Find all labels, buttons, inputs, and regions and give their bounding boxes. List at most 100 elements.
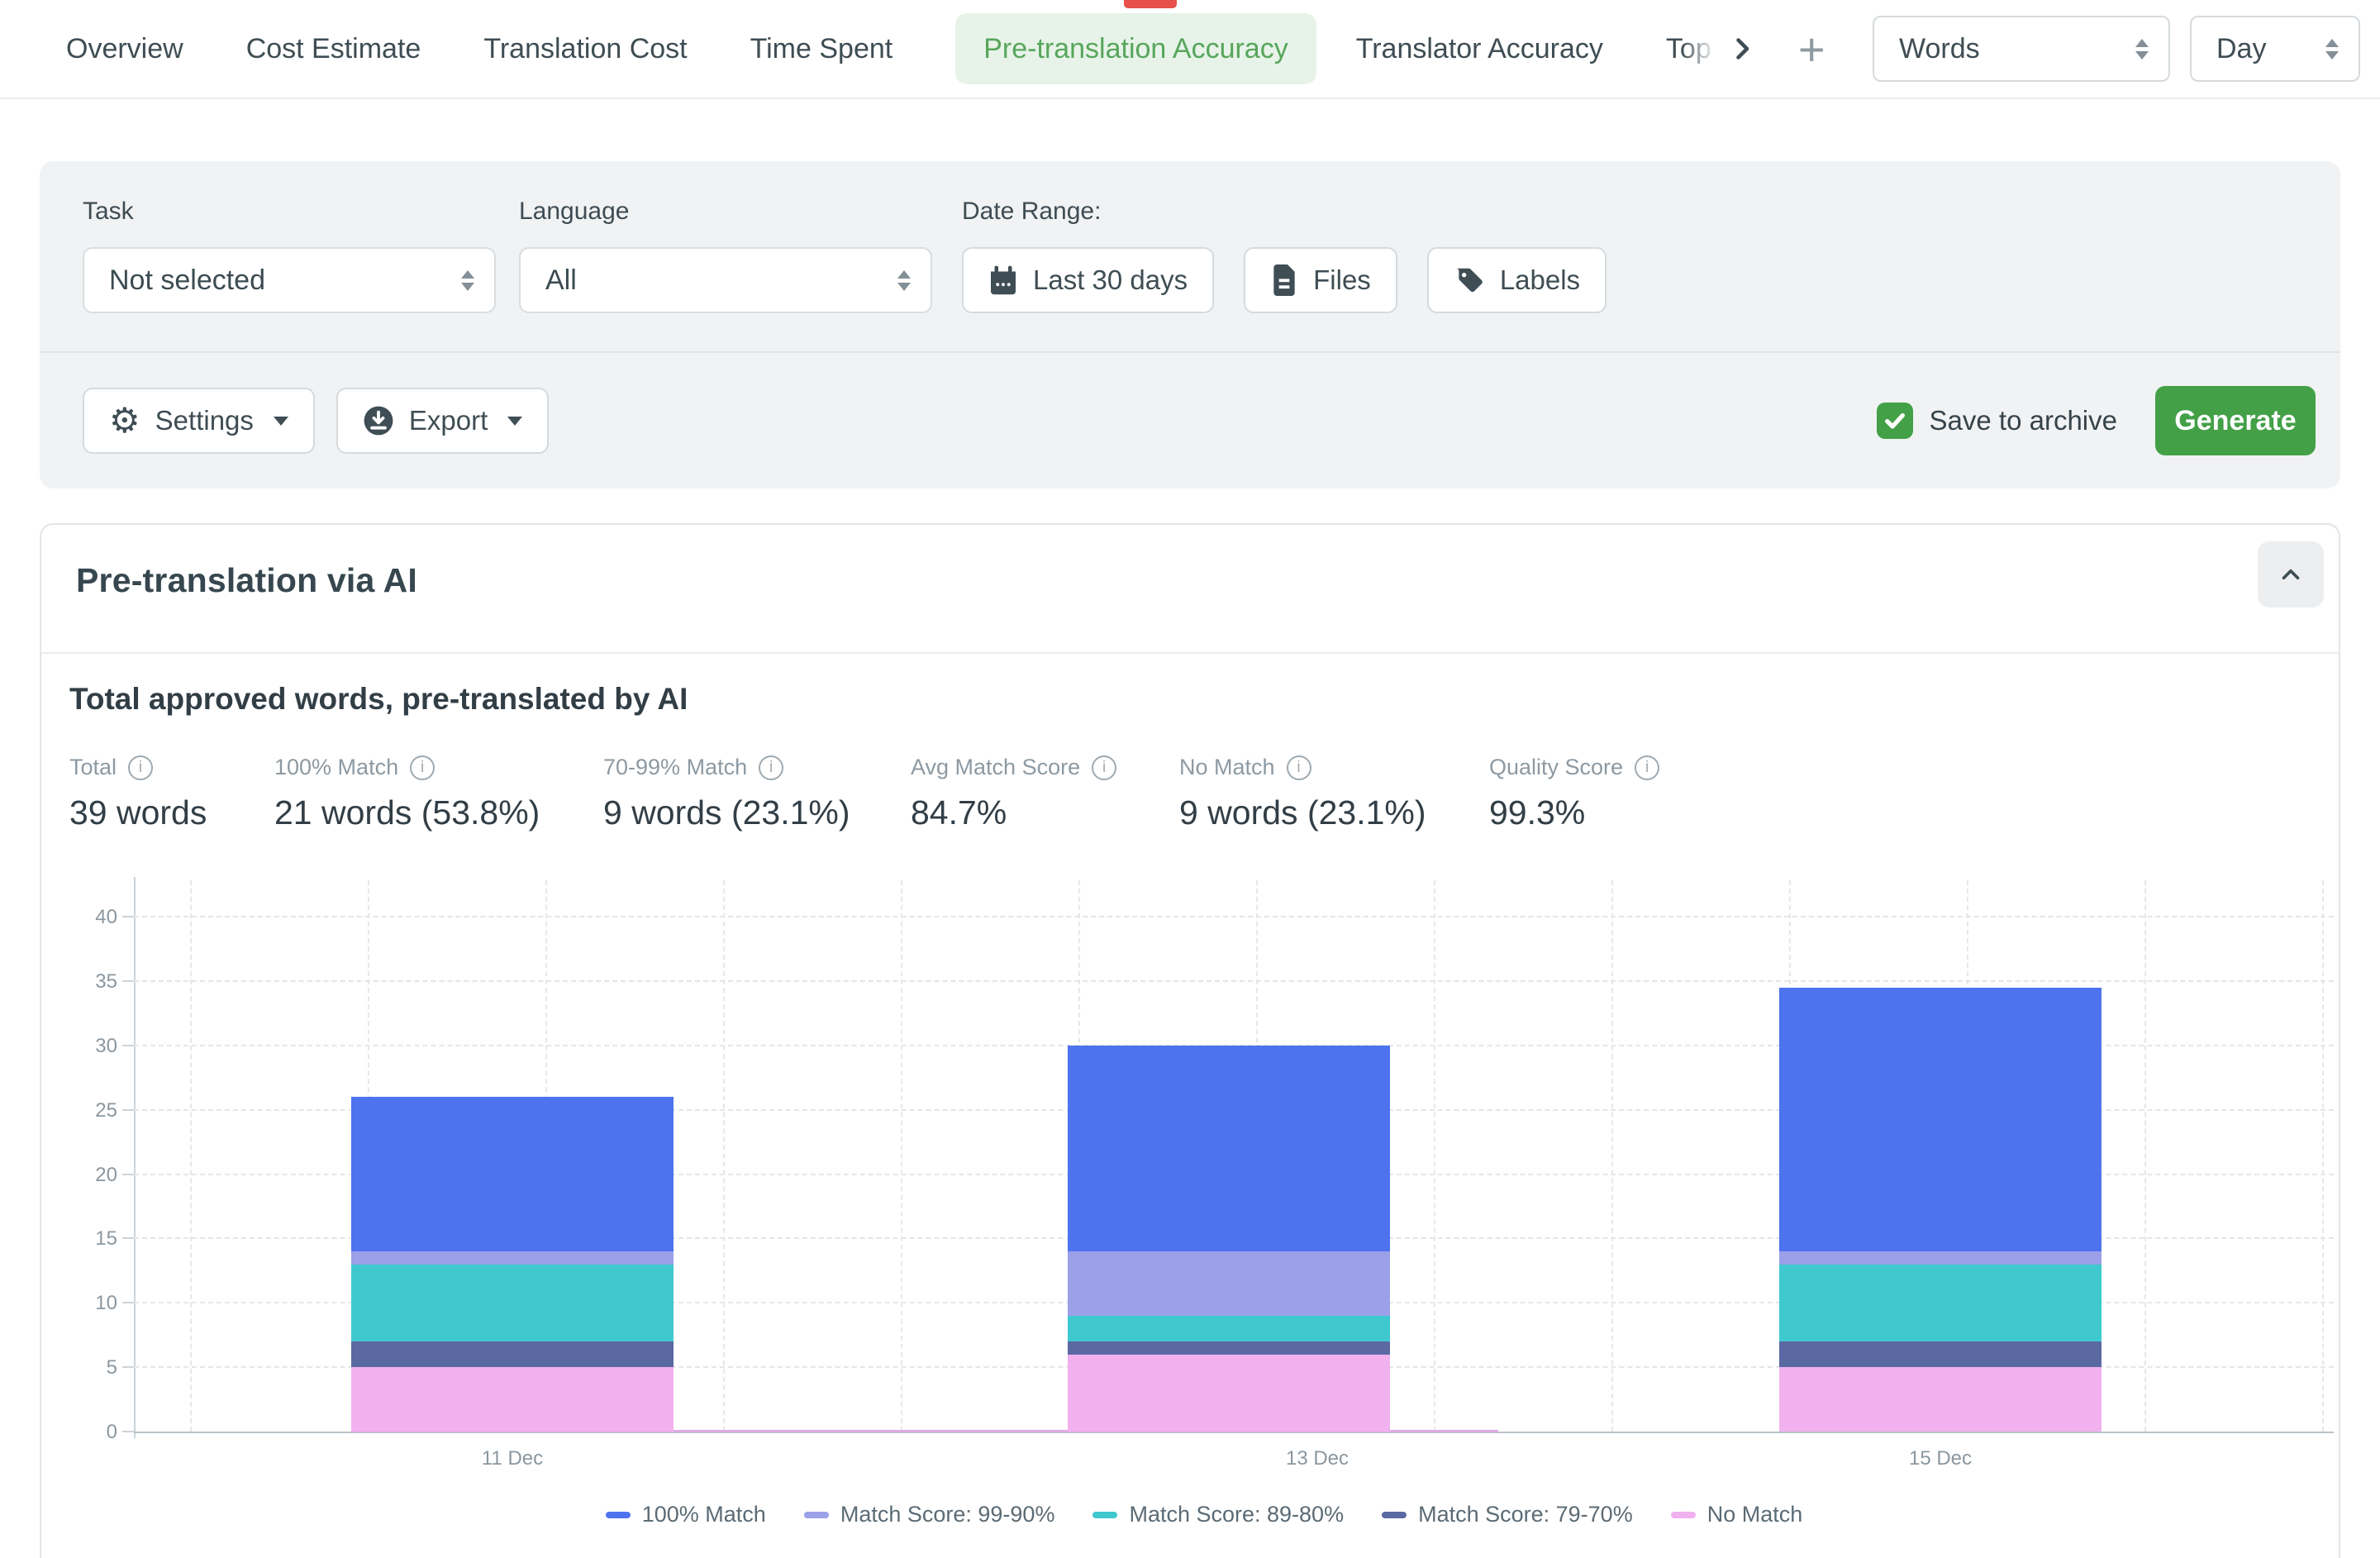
legend-label: No Match [1707,1502,1803,1527]
y-axis-tick [122,1431,134,1432]
vertical-gridline [1611,880,1613,1432]
stat-value: 99.3% [1489,793,1659,832]
stat-value: 84.7% [911,793,1179,832]
stat-no-match: No Match i 9 words (23.1%) [1179,755,1489,832]
labels-filter-button[interactable]: Labels [1427,247,1606,313]
date-range-button[interactable]: Last 30 days [962,247,1214,313]
task-select[interactable]: Not selected [83,247,496,313]
legend-swatch-icon [1671,1512,1696,1518]
bar-segment-no-match[interactable] [351,1367,674,1432]
tab-top-truncated[interactable]: Top [1666,33,1719,65]
legend-item-match-score-99-90-[interactable]: Match Score: 99-90% [804,1502,1055,1527]
file-icon [1270,264,1298,296]
y-axis-tick-label: 10 [69,1292,117,1315]
bar-segment-no-match[interactable] [1068,1355,1390,1432]
y-axis-tick [122,980,134,982]
settings-button-label: Settings [155,405,254,436]
bar-segment-no-match[interactable] [1779,1367,2102,1432]
legend-item-no-match[interactable]: No Match [1671,1502,1803,1527]
legend-swatch-icon [804,1512,829,1518]
stat-label: Avg Match Score [911,755,1080,780]
legend-label: Match Score: 89-80% [1129,1502,1344,1527]
save-to-archive-label[interactable]: Save to archive [1930,405,2117,436]
export-dropdown-button[interactable]: Export [336,388,549,454]
stat-value: 9 words (23.1%) [1179,793,1489,832]
x-axis-label: 15 Dec [1909,1447,1972,1470]
legend-swatch-icon [1092,1512,1117,1518]
legend-item-match-score-89-80-[interactable]: Match Score: 89-80% [1092,1502,1344,1527]
stat-100-match: 100% Matchi 21 words (53.8%) [274,755,603,832]
bar-segment-100-match[interactable] [351,1097,674,1251]
recording-indicator [1124,0,1177,8]
tab-translator-accuracy[interactable]: Translator Accuracy [1356,33,1603,65]
legend-swatch-icon [1382,1512,1407,1518]
legend-item-100-match[interactable]: 100% Match [606,1502,766,1527]
info-icon[interactable]: i [1287,755,1311,780]
bar-segment-match-score-99-90-[interactable] [1779,1251,2102,1265]
bar-segment-100-match[interactable] [1068,1046,1390,1251]
info-icon[interactable]: i [759,755,783,780]
metric-select-value: Words [1899,33,1980,65]
y-axis-tick [122,1302,134,1303]
report-filter-panel: Task Not selected Language All Date Rang… [40,161,2340,488]
language-label: Language [519,198,932,226]
settings-dropdown-button[interactable]: ⚙ Settings [83,388,315,454]
sort-arrows-icon [461,270,474,291]
x-axis-label: 13 Dec [1286,1447,1349,1470]
legend-item-match-score-79-70-[interactable]: Match Score: 79-70% [1382,1502,1633,1527]
stat-value: 9 words (23.1%) [603,793,911,832]
bar-segment-match-score-79-70-[interactable] [1068,1341,1390,1355]
sort-arrows-icon [2325,39,2339,60]
stat-label: No Match [1179,755,1275,780]
bar-segment-match-score-89-80-[interactable] [1068,1316,1390,1341]
files-filter-button[interactable]: Files [1244,247,1397,313]
bar-segment-match-score-89-80-[interactable] [351,1265,674,1341]
bar-segment-match-score-89-80-[interactable] [1779,1265,2102,1341]
chevron-right-icon [1727,34,1757,64]
collapse-card-button[interactable] [2258,541,2324,607]
bar-segment-match-score-79-70-[interactable] [1779,1341,2102,1367]
y-axis-tick [122,916,134,917]
tab-cost-estimate[interactable]: Cost Estimate [246,33,421,65]
bar-segment-100-match[interactable] [1779,988,2102,1251]
tabs-scroll-right-button[interactable] [1727,34,1757,64]
bar-segment-match-score-99-90-[interactable] [351,1251,674,1265]
legend-swatch-icon [606,1512,631,1518]
stat-label: 70-99% Match [603,755,747,780]
tab-pre-translation-accuracy[interactable]: Pre-translation Accuracy [955,13,1316,84]
period-select[interactable]: Day [2190,16,2360,82]
save-to-archive-checkbox[interactable] [1877,403,1913,439]
horizontal-gridline [134,916,2334,917]
stat-label: Total [69,755,117,780]
caret-down-icon [507,417,522,426]
info-icon[interactable]: i [1635,755,1659,780]
card-title: Pre-translation via AI [76,561,417,600]
sort-arrows-icon [897,270,911,291]
chevron-up-icon [2277,560,2305,588]
bar-segment-match-score-99-90-[interactable] [1068,1251,1390,1316]
stat-quality-score: Quality Score i 99.3% [1489,755,1659,832]
y-axis-tick [122,1045,134,1046]
y-axis-tick-label: 15 [69,1227,117,1251]
tab-time-spent[interactable]: Time Spent [750,33,893,65]
y-axis-tick [122,1366,134,1368]
tab-translation-cost[interactable]: Translation Cost [483,33,687,65]
stat-label: Quality Score [1489,755,1623,780]
download-circle-icon [363,405,394,436]
info-icon[interactable]: i [410,755,435,780]
y-axis-line [134,877,136,1438]
y-axis-tick-label: 5 [69,1356,117,1379]
generate-button[interactable]: Generate [2155,386,2316,455]
y-axis-tick-label: 25 [69,1099,117,1122]
info-icon[interactable]: i [128,755,153,780]
y-axis-tick-label: 35 [69,970,117,993]
bar-segment-match-score-79-70-[interactable] [351,1341,674,1367]
info-icon[interactable]: i [1092,755,1116,780]
stat-value: 21 words (53.8%) [274,793,603,832]
tab-overview[interactable]: Overview [66,33,183,65]
legend-label: 100% Match [642,1502,766,1527]
files-button-label: Files [1313,264,1371,296]
add-tab-button[interactable]: + [1798,22,1825,76]
language-select[interactable]: All [519,247,932,313]
metric-select[interactable]: Words [1873,16,2170,82]
